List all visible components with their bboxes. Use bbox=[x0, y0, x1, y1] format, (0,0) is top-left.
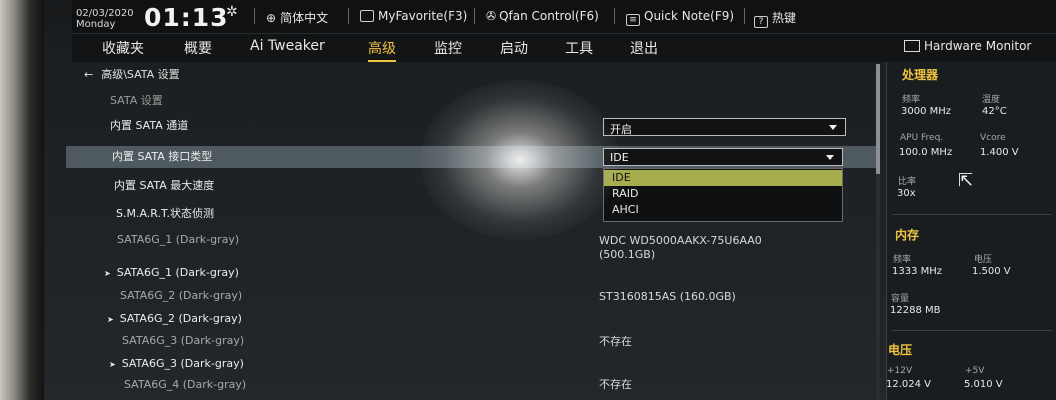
divider bbox=[744, 8, 745, 24]
mouse-cursor-icon: ⇱ bbox=[958, 170, 974, 191]
port4-info-label: SATA6G_4 (Dark-gray) bbox=[124, 378, 247, 391]
ratio-label: 比率 bbox=[898, 177, 917, 187]
v12-label: +12V bbox=[887, 366, 913, 376]
qfan-label: Qfan Control(F6) bbox=[499, 9, 599, 23]
divider bbox=[892, 330, 1052, 331]
gear-icon[interactable]: ✲ bbox=[226, 4, 238, 20]
option-ahci[interactable]: AHCI bbox=[604, 202, 842, 218]
sata-mode-select[interactable]: IDE bbox=[603, 148, 843, 166]
mem-capacity-value: 12288 MB bbox=[890, 305, 941, 316]
clock: 01:13 bbox=[144, 3, 229, 32]
divider bbox=[474, 8, 475, 24]
chevron-down-icon bbox=[826, 155, 834, 160]
sata-channel-value: 开启 bbox=[610, 123, 632, 136]
fan-icon: ✇ bbox=[486, 9, 497, 23]
tab-overview[interactable]: 概要 bbox=[184, 38, 212, 58]
day-text: Monday bbox=[76, 19, 116, 30]
v12-value: 12.024 V bbox=[886, 379, 932, 390]
monitor-bezel bbox=[0, 0, 44, 400]
option-ide[interactable]: IDE bbox=[604, 170, 842, 186]
language-label: 简体中文 bbox=[280, 11, 329, 25]
tab-favorites[interactable]: 收藏夹 bbox=[102, 38, 144, 58]
port1-drive-size: (500.1GB) bbox=[599, 248, 656, 261]
voltage-section-title: 电压 bbox=[888, 343, 913, 357]
back-arrow-icon[interactable]: ← bbox=[84, 68, 93, 81]
tab-monitor[interactable]: 监控 bbox=[434, 38, 462, 58]
port4-drive-info: 不存在 bbox=[599, 378, 632, 391]
tab-advanced[interactable]: 高级 bbox=[368, 38, 396, 62]
breadcrumb[interactable]: ← 高级\SATA 设置 bbox=[84, 66, 180, 82]
hotkeys-button[interactable]: ? 热键 bbox=[754, 9, 796, 28]
mem-freq-label: 频率 bbox=[893, 255, 912, 265]
sata-speed-label[interactable]: 内置 SATA 最大速度 bbox=[114, 177, 214, 193]
vcore-label: Vcore bbox=[980, 133, 1006, 143]
divider bbox=[254, 8, 255, 24]
sata-mode-label[interactable]: 内置 SATA 接口类型 bbox=[112, 148, 212, 164]
port2-drive-info: ST3160815AS (160.0GB) bbox=[599, 290, 736, 303]
port3-drive-info: 不存在 bbox=[599, 335, 632, 348]
tab-exit[interactable]: 退出 bbox=[630, 38, 658, 58]
port1-drive-model: WDC WD5000AAKX-75U6AA0 bbox=[599, 234, 762, 247]
favorite-icon bbox=[360, 10, 374, 22]
language-button[interactable]: ⊕ 简体中文 bbox=[266, 9, 328, 26]
cpu-temp-value: 42°C bbox=[982, 106, 1007, 117]
tab-ai-tweaker[interactable]: Ai Tweaker bbox=[250, 38, 325, 54]
vcore-value: 1.400 V bbox=[980, 147, 1019, 158]
breadcrumb-text: 高级\SATA 设置 bbox=[101, 68, 180, 81]
qfan-button[interactable]: ✇ Qfan Control(F6) bbox=[486, 9, 599, 23]
mem-volt-value: 1.500 V bbox=[972, 266, 1011, 277]
mem-freq-value: 1333 MHz bbox=[892, 266, 943, 277]
hardware-monitor-label: Hardware Monitor bbox=[924, 39, 1032, 53]
section-title: SATA 设置 bbox=[110, 94, 163, 107]
divider bbox=[614, 8, 615, 24]
date-text: 02/03/2020 bbox=[76, 8, 134, 19]
cpu-freq-value: 3000 MHz bbox=[901, 106, 952, 117]
sata-channel-label: 内置 SATA 通道 bbox=[110, 119, 189, 132]
myfavorite-label: MyFavorite(F3) bbox=[378, 9, 468, 23]
date-display: 02/03/2020 Monday bbox=[76, 8, 134, 30]
port1-info-label: SATA6G_1 (Dark-gray) bbox=[117, 233, 240, 246]
port3-info-label: SATA6G_3 (Dark-gray) bbox=[122, 334, 245, 347]
divider bbox=[892, 214, 1052, 215]
globe-icon: ⊕ bbox=[266, 11, 277, 25]
v5-value: 5.010 V bbox=[964, 379, 1003, 390]
ratio-value: 30x bbox=[897, 188, 916, 199]
monitor-icon bbox=[904, 40, 920, 52]
smart-label[interactable]: S.M.A.R.T.状态侦测 bbox=[116, 205, 214, 221]
hardware-monitor-title: Hardware Monitor bbox=[904, 39, 1031, 53]
port3-submenu[interactable]: SATA6G_3 (Dark-gray) bbox=[109, 357, 244, 370]
note-icon: ≡ bbox=[626, 14, 640, 26]
cpu-section-title: 处理器 bbox=[902, 68, 939, 82]
scrollbar-thumb[interactable] bbox=[876, 64, 880, 174]
v5-label: +5V bbox=[965, 366, 985, 376]
sata-mode-value: IDE bbox=[610, 151, 629, 164]
tab-tools[interactable]: 工具 bbox=[565, 38, 593, 58]
port1-drive-info: WDC WD5000AAKX-75U6AA0 (500.1GB) bbox=[599, 234, 762, 262]
hotkeys-label: 热键 bbox=[772, 11, 797, 25]
apu-freq-label: APU Freq. bbox=[900, 133, 944, 143]
myfavorite-button[interactable]: MyFavorite(F3) bbox=[360, 9, 467, 23]
tab-boot[interactable]: 启动 bbox=[500, 38, 528, 58]
mem-capacity-label: 容量 bbox=[891, 294, 910, 304]
cpu-freq-label: 频率 bbox=[902, 95, 921, 105]
apu-freq-value: 100.0 MHz bbox=[899, 147, 953, 158]
divider bbox=[348, 8, 349, 24]
sata-channel-select[interactable]: 开启 bbox=[603, 118, 846, 136]
help-icon: ? bbox=[754, 16, 768, 28]
port2-submenu[interactable]: SATA6G_2 (Dark-gray) bbox=[107, 312, 242, 325]
cpu-temp-label: 温度 bbox=[982, 95, 1001, 105]
chevron-down-icon bbox=[829, 125, 837, 130]
port2-info-label: SATA6G_2 (Dark-gray) bbox=[120, 289, 243, 302]
option-raid[interactable]: RAID bbox=[604, 186, 842, 202]
quicknote-button[interactable]: ≡ Quick Note(F9) bbox=[626, 9, 734, 26]
memory-section-title: 内存 bbox=[895, 228, 920, 242]
port1-submenu[interactable]: SATA6G_1 (Dark-gray) bbox=[104, 266, 239, 279]
mem-volt-label: 电压 bbox=[974, 255, 993, 265]
quicknote-label: Quick Note(F9) bbox=[644, 9, 735, 23]
